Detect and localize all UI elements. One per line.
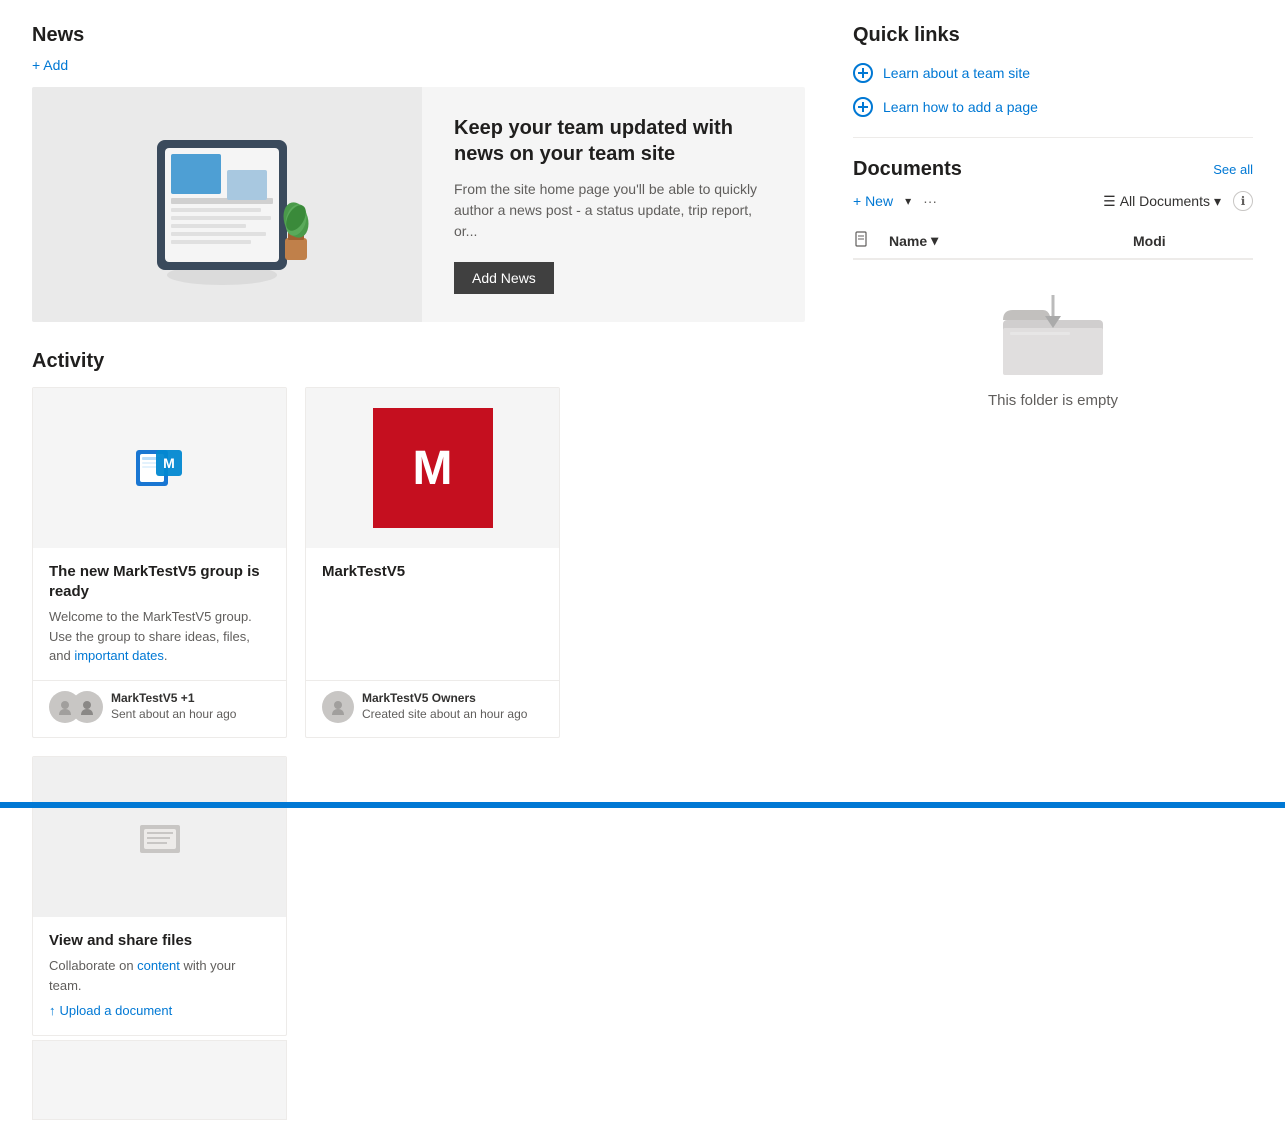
partial-card <box>32 1040 287 1120</box>
outlook-card-title: The new MarkTestV5 group is ready <box>49 562 270 601</box>
quick-link-item-1[interactable]: Learn about a team site <box>853 63 1253 83</box>
card-top-outlook: M <box>33 388 286 548</box>
documents-title: Documents <box>853 158 962 181</box>
news-title: News <box>32 24 805 47</box>
empty-folder-state: This folder is empty <box>853 260 1253 439</box>
files-card-desc: Collaborate on content with your team. <box>49 956 270 995</box>
news-headline: Keep your team updated with news on your… <box>454 115 773 167</box>
activity-card-group: M MarkTestV5 MarkTestV5 Owners Created s… <box>305 387 560 738</box>
view-select[interactable]: ☰ All Documents ▾ <box>1103 193 1221 210</box>
m-avatar: M <box>373 408 493 528</box>
card-body-outlook: The new MarkTestV5 group is ready Welcom… <box>33 548 286 680</box>
card-footer-outlook: MarkTestV5 +1 Sent about an hour ago <box>33 680 286 737</box>
outlook-sender-name: MarkTestV5 +1 <box>111 691 195 705</box>
card-body-group: MarkTestV5 <box>306 548 559 680</box>
important-dates-link[interactable]: important dates <box>74 648 164 663</box>
quick-link-label-1: Learn about a team site <box>883 65 1030 81</box>
avatar-group <box>49 691 103 723</box>
name-col-header[interactable]: Name ▾ <box>889 232 1133 249</box>
quick-link-label-2: Learn how to add a page <box>883 99 1038 115</box>
quick-links-section: Quick links Learn about a team site Lear… <box>853 24 1253 117</box>
bottom-bar <box>0 802 1285 808</box>
globe-icon-2 <box>853 97 873 117</box>
outlook-icon: M <box>132 440 188 496</box>
file-icon-col <box>853 231 889 250</box>
news-body: From the site home page you'll be able t… <box>454 179 773 242</box>
section-divider <box>853 137 1253 138</box>
activity-title: Activity <box>32 350 805 373</box>
docs-table-header: Name ▾ Modi <box>853 223 1253 260</box>
news-add-button[interactable]: + Add <box>32 57 68 73</box>
news-card: Keep your team updated with news on your… <box>32 87 805 322</box>
documents-section: Documents See all + New ▾ ··· ☰ All Docu… <box>853 158 1253 439</box>
news-content: Keep your team updated with news on your… <box>422 87 805 322</box>
upload-document-link[interactable]: ↑ Upload a document <box>49 1003 172 1018</box>
outlook-footer-text: MarkTestV5 +1 Sent about an hour ago <box>111 691 236 722</box>
add-news-button[interactable]: Add News <box>454 262 554 294</box>
group-avatar <box>322 691 354 723</box>
new-button[interactable]: + New <box>853 193 893 209</box>
news-illustration <box>32 87 422 322</box>
modified-col-header: Modi <box>1133 233 1253 249</box>
group-created-time: Created site about an hour ago <box>362 707 527 721</box>
card-body-files: View and share files Collaborate on cont… <box>33 917 286 1035</box>
card-footer-group: MarkTestV5 Owners Created site about an … <box>306 680 559 737</box>
upload-arrow-icon: ↑ <box>49 1003 56 1018</box>
group-footer-text: MarkTestV5 Owners Created site about an … <box>362 691 527 722</box>
activity-cards: M The new MarkTestV5 group is ready Welc… <box>32 387 805 1036</box>
sort-chevron-icon: ▾ <box>931 232 938 249</box>
content-link[interactable]: content <box>137 958 180 973</box>
more-options-button[interactable]: ··· <box>923 193 937 209</box>
avatar-2 <box>71 691 103 723</box>
docs-header: Documents See all <box>853 158 1253 181</box>
file-col-icon <box>853 231 869 247</box>
tablet-svg <box>127 120 327 290</box>
files-card-title: View and share files <box>49 931 270 951</box>
quick-link-item-2[interactable]: Learn how to add a page <box>853 97 1253 117</box>
group-owner-name: MarkTestV5 Owners <box>362 691 476 705</box>
outlook-sent-time: Sent about an hour ago <box>111 707 236 721</box>
info-button[interactable]: ℹ <box>1233 191 1253 211</box>
view-chevron-icon: ▾ <box>1214 193 1221 210</box>
view-label: All Documents <box>1120 193 1210 209</box>
card-top-group: M <box>306 388 559 548</box>
news-section: News + Add <box>32 24 805 322</box>
group-card-title: MarkTestV5 <box>322 562 543 582</box>
empty-folder-svg <box>998 290 1108 380</box>
globe-icon-1 <box>853 63 873 83</box>
activity-section: Activity M <box>32 350 805 1120</box>
quick-links-title: Quick links <box>853 24 1253 47</box>
files-icon <box>132 809 188 865</box>
svg-text:M: M <box>163 455 175 471</box>
activity-card-outlook: M The new MarkTestV5 group is ready Welc… <box>32 387 287 738</box>
see-all-link[interactable]: See all <box>1213 162 1253 177</box>
right-column: Quick links Learn about a team site Lear… <box>853 24 1253 1120</box>
activity-card-files: View and share files Collaborate on cont… <box>32 756 287 1036</box>
empty-folder-text: This folder is empty <box>988 392 1118 409</box>
docs-toolbar: + New ▾ ··· ☰ All Documents ▾ ℹ <box>853 191 1253 211</box>
outlook-card-desc: Welcome to the MarkTestV5 group. Use the… <box>49 607 270 666</box>
card-top-files <box>33 757 286 917</box>
menu-lines-icon: ☰ <box>1103 193 1116 210</box>
